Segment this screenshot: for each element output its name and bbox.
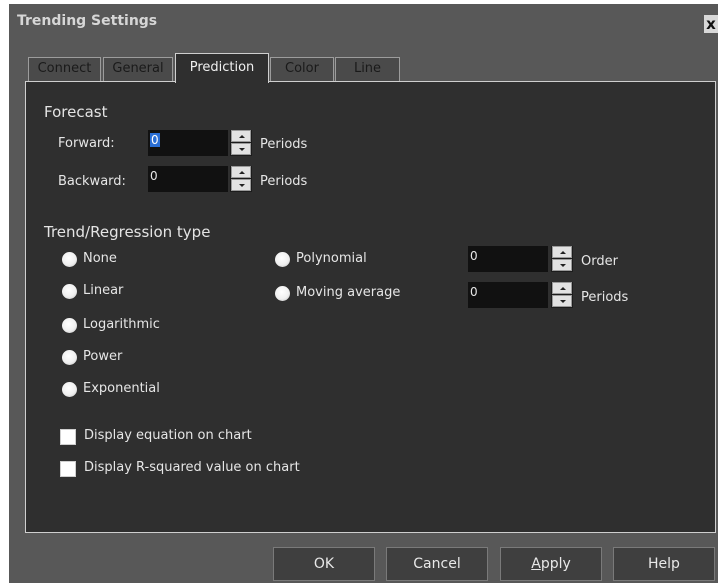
radio-icon xyxy=(275,252,290,267)
moving-average-field[interactable]: 0 xyxy=(468,282,548,308)
moving-average-spinner[interactable] xyxy=(551,282,573,308)
ok-button[interactable]: OK xyxy=(273,547,375,581)
spin-down-icon[interactable] xyxy=(552,259,572,271)
radio-label: Logarithmic xyxy=(83,317,160,332)
radio-label: Exponential xyxy=(83,381,160,396)
window-title: Trending Settings xyxy=(17,13,158,29)
trending-settings-window: Trending Settings x Connect General Pred… xyxy=(9,4,718,583)
forward-value: 0 xyxy=(150,133,160,147)
radio-label: Power xyxy=(83,349,123,364)
radio-label: None xyxy=(83,251,117,266)
radio-icon xyxy=(275,286,290,301)
tab-line[interactable]: Line xyxy=(335,57,400,82)
apply-mnemonic: A xyxy=(531,556,541,572)
radio-label: Moving average xyxy=(296,285,401,300)
apply-button[interactable]: Apply xyxy=(500,547,602,581)
tab-connect[interactable]: Connect xyxy=(28,57,101,82)
spin-up-icon[interactable] xyxy=(552,282,572,294)
backward-field[interactable]: 0 xyxy=(148,166,228,192)
radio-icon xyxy=(62,382,77,397)
help-button[interactable]: Help xyxy=(613,547,715,581)
cancel-button[interactable]: Cancel xyxy=(386,547,488,581)
forecast-heading: Forecast xyxy=(44,103,108,121)
forward-field[interactable]: 0 xyxy=(148,130,228,156)
title-bar: Trending Settings x xyxy=(9,4,718,38)
spin-down-icon[interactable] xyxy=(231,143,251,155)
spin-up-icon[interactable] xyxy=(552,246,572,258)
forward-label: Forward: xyxy=(58,136,115,151)
checkbox-label: Display R-squared value on chart xyxy=(84,460,300,475)
prediction-panel: Forecast Forward: 0 Periods Backward: 0 … xyxy=(25,81,716,533)
close-button[interactable]: x xyxy=(704,15,718,33)
radio-icon xyxy=(62,350,77,365)
forward-unit: Periods xyxy=(260,137,308,152)
backward-spinner[interactable] xyxy=(230,166,252,192)
spin-up-icon[interactable] xyxy=(231,166,251,178)
spin-down-icon[interactable] xyxy=(231,179,251,191)
polynomial-unit: Order xyxy=(581,254,618,269)
radio-icon xyxy=(62,284,77,299)
tab-prediction[interactable]: Prediction xyxy=(175,53,269,83)
checkbox-icon xyxy=(60,429,76,445)
moving-average-unit: Periods xyxy=(581,290,629,305)
radio-icon xyxy=(62,252,77,267)
polynomial-spinner[interactable] xyxy=(551,246,573,272)
spin-down-icon[interactable] xyxy=(552,295,572,307)
backward-unit: Periods xyxy=(260,174,308,189)
tab-general[interactable]: General xyxy=(103,57,173,82)
apply-label: pply xyxy=(540,556,571,572)
radio-icon xyxy=(62,318,77,333)
tab-color[interactable]: Color xyxy=(270,57,334,82)
radio-label: Polynomial xyxy=(296,251,367,266)
backward-label: Backward: xyxy=(58,174,126,189)
spin-up-icon[interactable] xyxy=(231,130,251,142)
checkbox-label: Display equation on chart xyxy=(84,428,252,443)
forward-spinner[interactable] xyxy=(230,130,252,156)
trend-heading: Trend/Regression type xyxy=(44,223,211,241)
radio-label: Linear xyxy=(83,283,124,298)
polynomial-order-field[interactable]: 0 xyxy=(468,246,548,272)
checkbox-icon xyxy=(60,461,76,477)
